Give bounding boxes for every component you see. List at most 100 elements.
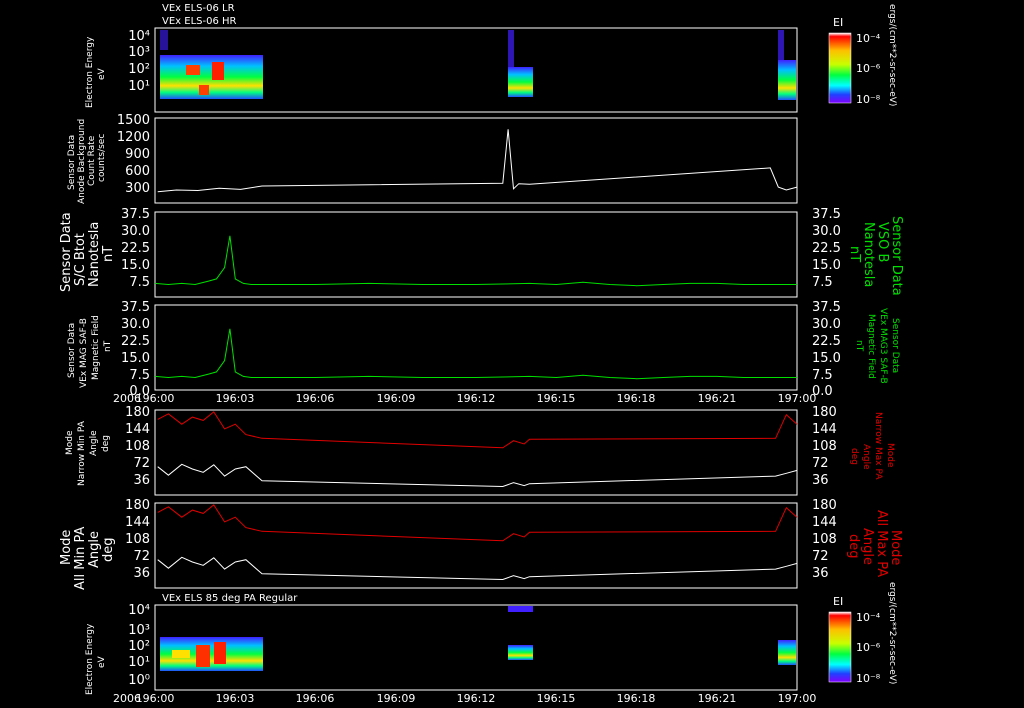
spec2-ytick-1: 10³: [128, 623, 150, 638]
pa2-ytick-r-3: 72: [812, 549, 829, 564]
colorbar-2-tick-2: 10⁻⁸: [856, 672, 881, 685]
spec2-ytick-0: 10⁴: [128, 603, 150, 618]
btot-ylabel-4: nT: [101, 246, 116, 262]
pa2-ytick-2: 108: [125, 532, 150, 547]
pa2-ytick-r-2: 108: [812, 532, 837, 547]
pa2-ylabel-4: deg: [101, 537, 116, 562]
spectrogram-1-data: [160, 30, 796, 100]
pa-narrow-max-line: [157, 411, 798, 449]
btot-panel: Sensor Data S/C Btot Nanotesla nT 37.5 3…: [59, 207, 904, 298]
mag-ytick-2: 22.5: [121, 334, 150, 349]
btot-line: [154, 235, 797, 287]
mag-panel: Sensor Data VEx MAG SAF-B Magnetic Field…: [67, 300, 900, 399]
btot-ytick-1: 30.0: [121, 224, 150, 239]
xtick-bot-8: 197:00: [778, 692, 817, 705]
xtick-bot-5: 196:15: [537, 692, 576, 705]
plot-canvas: VEx ELS-06 LR VEx ELS-06 HR Electron Ene…: [59, 3, 904, 705]
mag-ylabel-2: VEx MAG SAF-B: [79, 318, 89, 388]
pa2-ytick-r-1: 144: [812, 515, 837, 530]
colorbar-2-label: EI: [833, 595, 843, 608]
mag-ytick-r-0: 37.5: [812, 300, 841, 315]
btot-ytick-r-2: 22.5: [812, 241, 841, 256]
pa2-ytick-4: 36: [133, 566, 150, 581]
colorbar-2-units: ergs/(cm**2-sr-sec-eV): [887, 582, 897, 684]
mag-ylabel-3: Magnetic Field: [91, 315, 101, 380]
xtick-bot-0: 196:00: [136, 692, 175, 705]
pa1-rlabel-4: deg: [849, 448, 859, 465]
xtick-bot-3: 196:09: [377, 692, 416, 705]
mag-ytick-r-1: 30.0: [812, 317, 841, 332]
pa-all-min-line: [157, 556, 798, 581]
btot-rlabel-2: VSO B: [875, 222, 890, 262]
mag-rlabel-2: VEx MAG3 SAF-B: [878, 308, 888, 384]
pa2-ytick-r-0: 180: [812, 498, 837, 513]
mag-rlabel-1: Sensor Data: [890, 318, 900, 373]
spec2-ylabel-2: eV: [97, 655, 107, 668]
xtick-bot-6: 196:18: [617, 692, 656, 705]
counts-ylabel-2: Anode Background: [77, 119, 87, 204]
pa1-ylabel-2: Narrow Min PA: [77, 420, 87, 486]
pa1-ytick-0: 180: [125, 405, 150, 420]
counts-ytick-2: 900: [125, 147, 150, 162]
pa2-rlabel-4: deg: [846, 534, 861, 559]
spec1-ytick-3: 10¹: [128, 79, 150, 94]
spec1-ytick-1: 10³: [128, 45, 150, 60]
xtick-mid-4: 196:12: [457, 392, 496, 405]
header-line-1: VEx ELS-06 LR: [162, 3, 235, 14]
mag-ytick-r-4: 7.5: [812, 368, 833, 383]
counts-ytick-0: 1500: [117, 113, 150, 128]
spectrogram-2-data: [160, 606, 796, 671]
xtick-mid-2: 196:06: [296, 392, 335, 405]
spec1-ytick-0: 10⁴: [128, 29, 150, 44]
btot-ytick-2: 22.5: [121, 241, 150, 256]
pa-all-panel: Mode All Min PA Angle deg 180 144 108 72…: [59, 498, 903, 590]
spec2-ylabel-1: Electron Energy: [85, 623, 95, 695]
btot-ytick-r-1: 30.0: [812, 224, 841, 239]
mag-ytick-3: 15.0: [121, 351, 150, 366]
xtick-mid-5: 196:15: [537, 392, 576, 405]
btot-ytick-r-0: 37.5: [812, 207, 841, 222]
pa1-ytick-r-2: 108: [812, 439, 837, 454]
pa1-ytick-2: 108: [125, 439, 150, 454]
pa1-ytick-4: 36: [133, 473, 150, 488]
xtick-mid-0: 196:00: [136, 392, 175, 405]
spec2-ytick-3: 10¹: [128, 655, 150, 670]
pa2-ytick-1: 144: [125, 515, 150, 530]
spec1-ylabel-1: Electron Energy: [85, 36, 95, 108]
mag-ytick-r-2: 22.5: [812, 334, 841, 349]
xtick-mid-7: 196:21: [698, 392, 737, 405]
btot-ylabel-2: S/C Btot: [73, 233, 88, 286]
colorbar-2-tick-1: 10⁻⁶: [856, 641, 881, 654]
btot-ytick-r-3: 15.0: [812, 258, 841, 273]
counts-ytick-1: 1200: [117, 130, 150, 145]
btot-ytick-4: 7.5: [129, 275, 150, 290]
pa2-ytick-r-4: 36: [812, 566, 829, 581]
btot-ytick-r-4: 7.5: [812, 275, 833, 290]
pa2-rlabel-1: Mode: [888, 530, 903, 565]
mag-ytick-0: 37.5: [121, 300, 150, 315]
xtick-bot-1: 196:03: [216, 692, 255, 705]
pa1-ylabel-1: Mode: [65, 430, 75, 455]
colorbar-1-tick-1: 10⁻⁶: [856, 62, 881, 75]
pa2-rlabel-2: All Max PA: [874, 510, 889, 577]
xtick-mid-8: 197:00: [778, 392, 817, 405]
xaxis-bottom: 2006 196:00 196:03 196:06 196:09 196:12 …: [113, 692, 816, 705]
colorbar-1: EI 10⁻⁴ 10⁻⁶ 10⁻⁸ ergs/(cm**2-sr-sec-eV): [828, 4, 897, 106]
spectro2-title: VEx ELS 85 deg PA Regular: [162, 593, 298, 604]
xaxis-mid: 2006 196:00 196:03 196:06 196:09 196:12 …: [113, 392, 816, 405]
xtick-mid-1: 196:03: [216, 392, 255, 405]
btot-ytick-0: 37.5: [121, 207, 150, 222]
counts-ylabel-1: Sensor Data: [67, 135, 77, 190]
pa1-ytick-r-1: 144: [812, 422, 837, 437]
btot-rlabel-4: nT: [847, 246, 862, 262]
pa2-ylabel-3: Angle: [87, 531, 102, 568]
pa1-rlabel-2: Narrow Max PA: [873, 412, 883, 480]
colorbar-1-tick-2: 10⁻⁸: [856, 93, 881, 106]
mag-rlabel-4: nT: [854, 340, 864, 352]
btot-ylabel-1: Sensor Data: [59, 212, 74, 292]
counts-ytick-3: 600: [125, 164, 150, 179]
mag-ytick-4: 7.5: [129, 368, 150, 383]
pa2-ylabel-1: Mode: [59, 530, 74, 565]
xtick-bot-4: 196:12: [457, 692, 496, 705]
colorbar-1-units: ergs/(cm**2-sr-sec-eV): [887, 4, 897, 106]
